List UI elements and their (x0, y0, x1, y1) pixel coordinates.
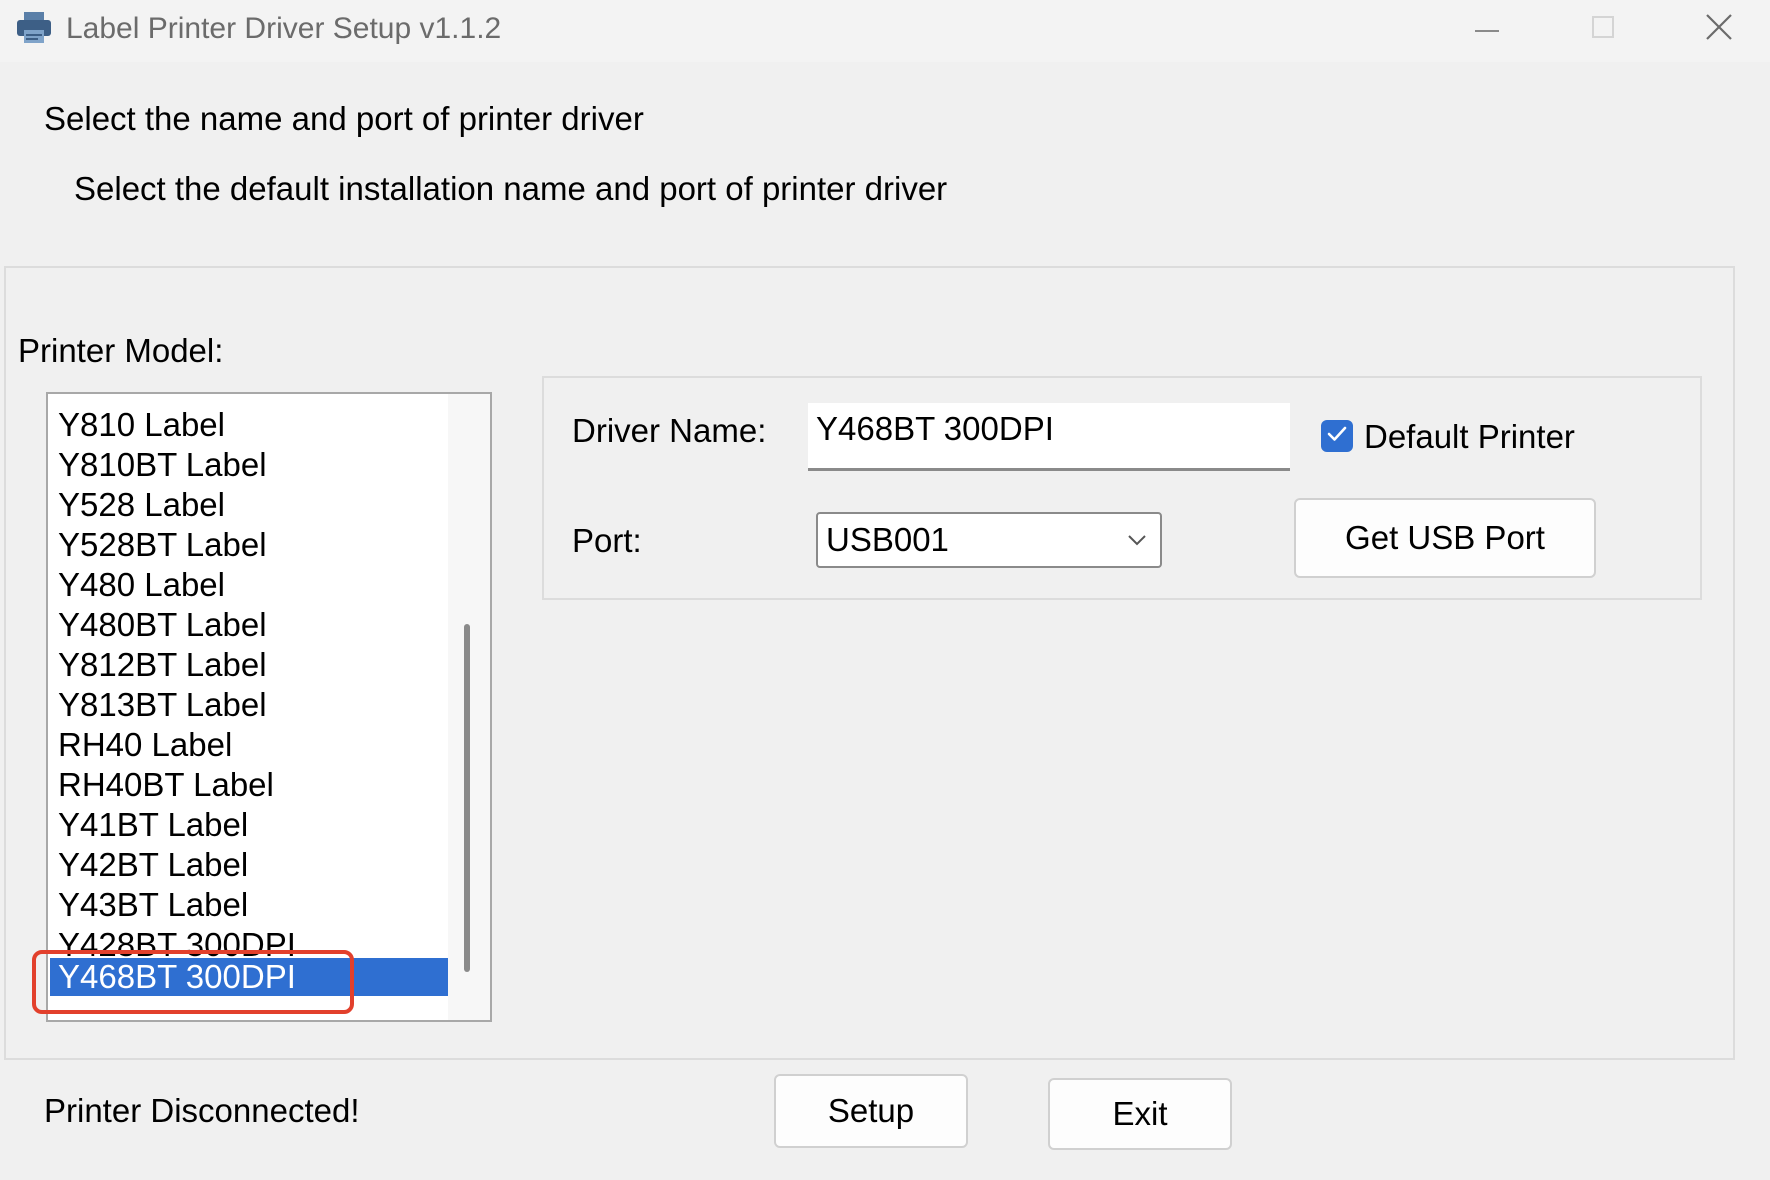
list-item[interactable]: Y810BT Label (50, 446, 448, 484)
status-text: Printer Disconnected! (44, 1092, 360, 1129)
maximize-icon (1592, 15, 1614, 43)
close-button[interactable] (1664, 0, 1770, 58)
exit-button[interactable]: Exit (1048, 1078, 1232, 1150)
page-heading: Select the name and port of printer driv… (44, 100, 644, 137)
driver-name-label: Driver Name: (572, 412, 767, 449)
list-item[interactable]: Y42BT Label (50, 846, 448, 884)
list-item[interactable]: Y43BT Label (50, 886, 448, 924)
driver-name-input[interactable] (808, 403, 1290, 471)
maximize-button[interactable] (1548, 0, 1658, 58)
close-icon (1706, 13, 1732, 45)
checkmark-icon (1326, 425, 1348, 448)
minimize-icon (1475, 20, 1499, 38)
setup-button[interactable]: Setup (774, 1074, 968, 1148)
list-item[interactable]: Y812BT Label (50, 646, 448, 684)
list-item[interactable]: Y528BT Label (50, 526, 448, 564)
window-title: Label Printer Driver Setup v1.1.2 (66, 12, 502, 45)
page-subheading: Select the default installation name and… (74, 170, 948, 207)
list-item[interactable]: Y480 Label (50, 566, 448, 604)
minimize-button[interactable] (1432, 0, 1542, 58)
selection-highlight-annotation (32, 950, 354, 1014)
chevron-down-icon (1126, 530, 1148, 550)
printer-model-list[interactable]: Y810 Label Y810BT Label Y528 Label Y528B… (46, 392, 492, 1022)
get-usb-port-button[interactable]: Get USB Port (1294, 498, 1596, 578)
list-item[interactable]: Y810 Label (50, 406, 448, 444)
list-item[interactable]: Y480BT Label (50, 606, 448, 644)
port-selected-value: USB001 (826, 521, 949, 558)
list-scrollbar-thumb[interactable] (464, 624, 470, 972)
list-item[interactable]: Y813BT Label (50, 686, 448, 724)
list-item[interactable]: Y41BT Label (50, 806, 448, 844)
list-item[interactable]: Y528 Label (50, 486, 448, 524)
list-item[interactable]: RH40 Label (50, 726, 448, 764)
default-printer-checkbox[interactable] (1321, 420, 1353, 452)
port-label: Port: (572, 522, 642, 559)
setup-window: Label Printer Driver Setup v1.1.2 Select… (0, 0, 1770, 1180)
default-printer-label[interactable]: Default Printer (1364, 418, 1575, 456)
title-bar[interactable]: Label Printer Driver Setup v1.1.2 (0, 0, 1770, 62)
list-item[interactable]: RH40BT Label (50, 766, 448, 804)
printer-model-label: Printer Model: (18, 332, 224, 369)
printer-icon (15, 10, 53, 46)
port-dropdown[interactable]: USB001 (816, 512, 1162, 568)
